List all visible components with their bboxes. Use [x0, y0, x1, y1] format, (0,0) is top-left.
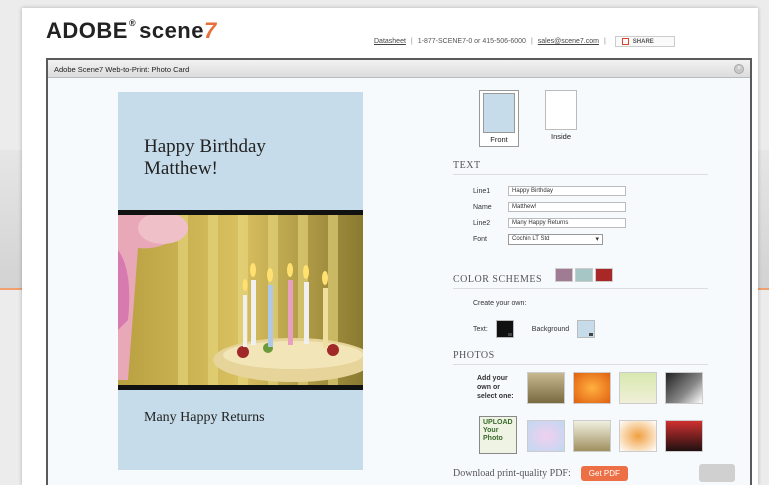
- create-own-label: Create your own:: [473, 300, 527, 307]
- photos-prompt: Add your own or select one:: [477, 375, 514, 400]
- font-row: Font Cochin LT Std: [473, 234, 603, 245]
- tab-front[interactable]: Front: [479, 90, 519, 147]
- photo-thumb-red[interactable]: [665, 420, 703, 452]
- share-label: SHARE: [632, 38, 654, 45]
- line2-row: Line2 Many Happy Returns: [473, 218, 626, 228]
- card-title-line2: Matthew!: [144, 158, 218, 179]
- background-color-label: Background: [531, 325, 570, 333]
- tab-inside-label: Inside: [550, 132, 571, 141]
- text-color-label: Text:: [473, 325, 488, 333]
- photo-thumb-bw[interactable]: [665, 372, 703, 404]
- get-pdf-button[interactable]: Get PDF: [580, 466, 628, 481]
- email-link[interactable]: sales@scene7.com: [538, 38, 599, 45]
- close-icon[interactable]: ×: [734, 64, 744, 74]
- front-thumbnail: [483, 93, 515, 133]
- logo-scene-text: scene: [139, 18, 204, 43]
- tab-inside[interactable]: Inside: [541, 90, 581, 147]
- line1-input[interactable]: Happy Birthday: [508, 186, 626, 196]
- pdf-download-label: Download print-quality PDF:: [453, 468, 571, 479]
- name-input[interactable]: Matthew!: [508, 202, 626, 212]
- photos-heading: PHOTOS: [453, 350, 708, 365]
- font-label: Font: [473, 236, 488, 243]
- pdf-download-bar: Download print-quality PDF: Get PDF: [453, 466, 628, 481]
- scheme-swatch-purple[interactable]: [555, 268, 574, 282]
- scheme-swatch-red[interactable]: [595, 268, 614, 282]
- page: ADOBE® scene7 Datasheet | 1-877-SCENE7-0 …: [22, 8, 758, 485]
- line1-row: Line1 Happy Birthday: [473, 186, 626, 196]
- card-preview: Happy Birthday Matthew! Many Happy Retur…: [118, 92, 363, 470]
- card-title: Happy Birthday Matthew!: [144, 136, 266, 180]
- card-photo: [118, 210, 363, 390]
- share-icon: [621, 38, 629, 45]
- view-tabs: Front Inside: [479, 90, 581, 147]
- birthday-cake-photo: [118, 210, 363, 390]
- photo-thumb-pastel[interactable]: [527, 420, 565, 452]
- logo-adobe-text: ADOBE: [46, 18, 128, 43]
- background-color-picker[interactable]: [577, 320, 596, 338]
- text-color-picker[interactable]: [495, 320, 514, 338]
- text-section-heading: TEXT: [453, 160, 708, 175]
- scheme-swatch-teal[interactable]: [575, 268, 594, 282]
- window-titlebar: Adobe Scene7 Web-to-Print: Photo Card ×: [48, 60, 750, 78]
- logo-trademark: ®: [128, 18, 137, 28]
- tab-front-label: Front: [490, 135, 508, 144]
- inside-thumbnail: [545, 90, 577, 130]
- photo-thumb-dog[interactable]: [619, 372, 657, 404]
- custom-colors-row: Text: Background: [473, 320, 596, 338]
- phone-number: 1-877-SCENE7-0 or 415-506-6000: [417, 38, 526, 45]
- font-select[interactable]: Cochin LT Std: [508, 234, 603, 245]
- color-scheme-swatches: [553, 268, 614, 285]
- line1-label: Line1: [473, 187, 491, 195]
- site-header: ADOBE® scene7 Datasheet | 1-877-SCENE7-0 …: [22, 8, 758, 56]
- card-title-line1: Happy Birthday: [144, 136, 266, 157]
- share-button[interactable]: SHARE: [614, 36, 675, 47]
- photo-thumb-flower[interactable]: [573, 372, 611, 404]
- color-schemes-label: COLOR SCHEMES: [453, 274, 543, 285]
- card-footer-text: Many Happy Returns: [144, 410, 265, 425]
- photo-thumb-cakes[interactable]: [527, 372, 565, 404]
- web-to-print-window: Adobe Scene7 Web-to-Print: Photo Card × …: [46, 58, 752, 485]
- datasheet-link[interactable]: Datasheet: [374, 38, 406, 45]
- photo-thumb-tulips[interactable]: [573, 420, 611, 452]
- window-title: Adobe Scene7 Web-to-Print: Photo Card: [54, 65, 190, 74]
- name-row: Name Matthew!: [473, 202, 626, 212]
- line2-input[interactable]: Many Happy Returns: [508, 218, 626, 228]
- color-schemes-heading: COLOR SCHEMES: [453, 268, 708, 289]
- secondary-action-button[interactable]: [699, 464, 735, 482]
- logo-seven-text: 7: [203, 18, 217, 43]
- header-links: Datasheet | 1-877-SCENE7-0 or 415-506-60…: [374, 36, 675, 47]
- name-label: Name: [473, 203, 492, 211]
- create-own-row: Create your own:: [473, 300, 526, 307]
- photo-thumb-bouquet[interactable]: [619, 420, 657, 452]
- line2-label: Line2: [473, 219, 491, 227]
- adobe-scene7-logo[interactable]: ADOBE® scene7: [46, 18, 217, 44]
- upload-photo-button[interactable]: UPLOAD Your Photo: [479, 416, 517, 454]
